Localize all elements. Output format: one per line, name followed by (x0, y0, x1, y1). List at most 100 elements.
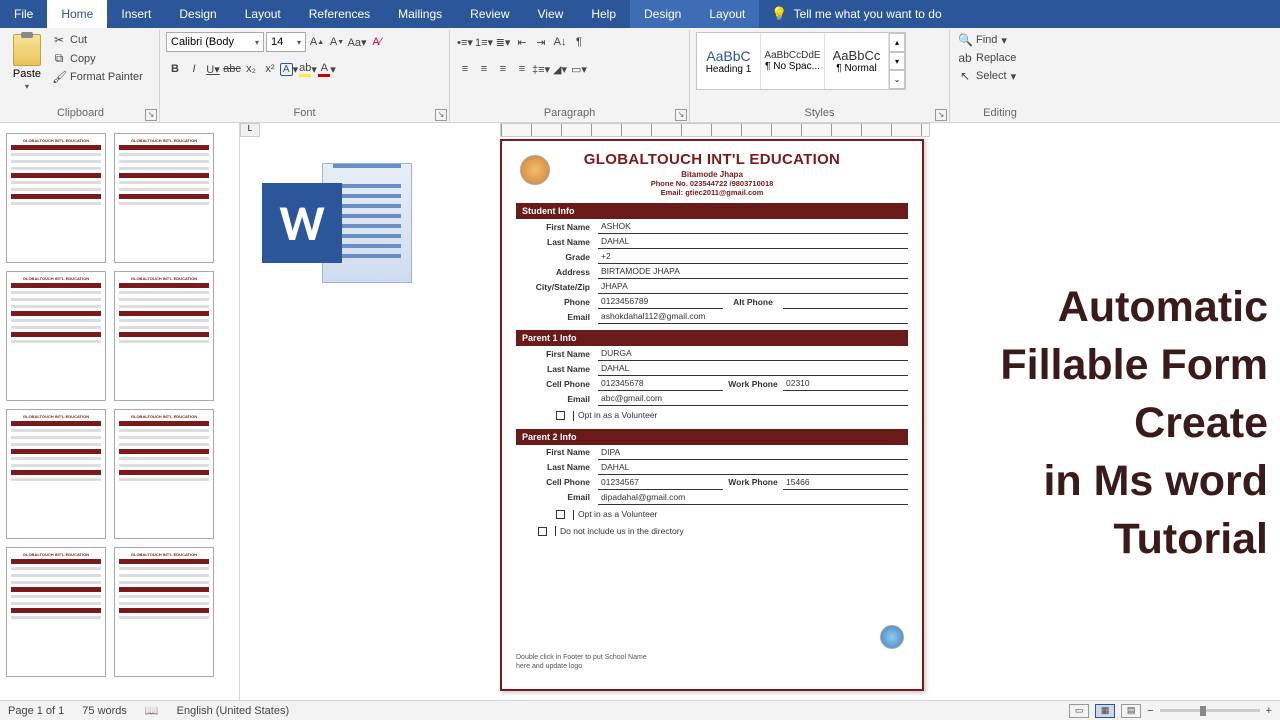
numbering-button[interactable]: 1≡▾ (475, 32, 493, 52)
parent2-last[interactable]: DAHAL (598, 459, 908, 474)
italic-button[interactable]: I (185, 59, 203, 79)
student-first[interactable]: ASHOK (598, 219, 908, 234)
sort-button[interactable]: A↓ (551, 32, 569, 52)
select-button[interactable]: ↖Select ▾ (956, 68, 1018, 84)
navigation-pane[interactable]: GLOBALTOUCH INT'L EDUCATION GLOBALTOUCH … (0, 123, 240, 700)
borders-button[interactable]: ▭▾ (570, 59, 588, 79)
parent2-email[interactable]: dipadahal@gmail.com (598, 489, 908, 504)
bold-button[interactable]: B (166, 59, 184, 79)
status-language[interactable]: English (United States) (177, 705, 290, 717)
spellcheck-icon[interactable]: 📖 (145, 704, 159, 717)
grow-font-button[interactable]: A▲ (308, 32, 326, 52)
checkbox-icon[interactable] (556, 510, 565, 519)
view-print-button[interactable]: ▦ (1095, 704, 1115, 718)
replace-button[interactable]: abReplace (956, 50, 1018, 66)
zoom-out-button[interactable]: − (1147, 705, 1153, 717)
document-page[interactable]: GLOBALTOUCH INT'L EDUCATION Bitamode Jha… (500, 139, 924, 691)
find-button[interactable]: 🔍Find ▾ (956, 32, 1018, 48)
format-painter-button[interactable]: 🖌Format Painter (50, 69, 145, 85)
align-left-button[interactable]: ≡ (456, 59, 474, 79)
tab-review[interactable]: Review (456, 0, 523, 28)
font-color-button[interactable]: A▾ (318, 59, 336, 79)
highlight-button[interactable]: ab▾ (299, 59, 317, 79)
page-thumbnail[interactable]: GLOBALTOUCH INT'L EDUCATION (114, 409, 214, 539)
parent1-first[interactable]: DURGA (598, 346, 908, 361)
tab-layout[interactable]: Layout (231, 0, 295, 28)
page-thumbnail[interactable]: GLOBALTOUCH INT'L EDUCATION (6, 547, 106, 677)
paragraph-dialog-launcher[interactable]: ↘ (675, 109, 687, 121)
tab-design[interactable]: Design (165, 0, 230, 28)
styles-more[interactable]: ▴▾⌄ (889, 33, 905, 89)
checkbox-icon[interactable] (538, 527, 547, 536)
styles-dialog-launcher[interactable]: ↘ (935, 109, 947, 121)
parent2-work[interactable]: 15466 (783, 474, 908, 489)
change-case-button[interactable]: Aa▾ (348, 32, 366, 52)
bullets-button[interactable]: •≡▾ (456, 32, 474, 52)
page-thumbnail[interactable]: GLOBALTOUCH INT'L EDUCATION (114, 547, 214, 677)
text-effects-button[interactable]: A▾ (280, 59, 298, 79)
tab-file[interactable]: File (0, 0, 47, 28)
parent1-last[interactable]: DAHAL (598, 361, 908, 376)
parent2-first[interactable]: DIPA (598, 445, 908, 460)
styles-gallery[interactable]: AaBbCHeading 1 AaBbCcDdE¶ No Spac... AaB… (696, 32, 906, 90)
clear-format-button[interactable]: A⁄ (368, 32, 386, 52)
style-normal[interactable]: AaBbCc¶ Normal (825, 33, 889, 89)
status-words[interactable]: 75 words (82, 705, 127, 717)
tell-me-search[interactable]: 💡 Tell me what you want to do (759, 0, 953, 28)
copy-button[interactable]: ⧉Copy (50, 50, 145, 67)
view-read-button[interactable]: ▭ (1069, 704, 1089, 718)
page-thumbnail[interactable]: GLOBALTOUCH INT'L EDUCATION (6, 409, 106, 539)
shrink-font-button[interactable]: A▼ (328, 32, 346, 52)
line-spacing-button[interactable]: ‡≡▾ (532, 59, 550, 79)
parent2-cell[interactable]: 01234567 (598, 474, 723, 489)
horizontal-ruler[interactable] (500, 123, 930, 137)
font-dialog-launcher[interactable]: ↘ (435, 109, 447, 121)
page-thumbnail[interactable]: GLOBALTOUCH INT'L EDUCATION (114, 271, 214, 401)
student-address[interactable]: BIRTAMODE JHAPA (598, 264, 908, 279)
subscript-button[interactable]: x₂ (242, 59, 260, 79)
zoom-slider[interactable] (1160, 709, 1260, 712)
style-nospacing[interactable]: AaBbCcDdE¶ No Spac... (761, 33, 825, 89)
strike-button[interactable]: abc (223, 59, 241, 79)
align-center-button[interactable]: ≡ (475, 59, 493, 79)
student-csz[interactable]: JHAPA (598, 279, 908, 294)
parent1-work[interactable]: 02310 (783, 376, 908, 391)
multilevel-button[interactable]: ≣▾ (494, 32, 512, 52)
style-heading1[interactable]: AaBbCHeading 1 (697, 33, 761, 89)
view-web-button[interactable]: ▤ (1121, 704, 1141, 718)
tab-view[interactable]: View (524, 0, 578, 28)
zoom-in-button[interactable]: + (1266, 705, 1272, 717)
parent1-email[interactable]: abc@gmail.com (598, 391, 908, 406)
page-thumbnail[interactable]: GLOBALTOUCH INT'L EDUCATION (6, 271, 106, 401)
justify-button[interactable]: ≡ (513, 59, 531, 79)
underline-button[interactable]: U▾ (204, 59, 222, 79)
align-right-button[interactable]: ≡ (494, 59, 512, 79)
decrease-indent-button[interactable]: ⇤ (513, 32, 531, 52)
parent1-cell[interactable]: 012345678 (598, 376, 723, 391)
cut-button[interactable]: ✂Cut (50, 32, 145, 48)
student-altphone[interactable] (783, 294, 908, 309)
superscript-button[interactable]: x² (261, 59, 279, 79)
tab-insert[interactable]: Insert (107, 0, 165, 28)
font-name-select[interactable]: Calibri (Body▾ (166, 32, 264, 52)
font-size-select[interactable]: 14▾ (266, 32, 306, 52)
show-marks-button[interactable]: ¶ (570, 32, 588, 52)
paste-button[interactable]: Paste ▾ (8, 32, 46, 91)
increase-indent-button[interactable]: ⇥ (532, 32, 550, 52)
tab-home[interactable]: Home (47, 0, 107, 28)
clipboard-dialog-launcher[interactable]: ↘ (145, 109, 157, 121)
page-thumbnail[interactable]: GLOBALTOUCH INT'L EDUCATION (6, 133, 106, 263)
tab-table-design[interactable]: Design (630, 0, 695, 28)
shading-button[interactable]: ◢▾ (551, 59, 569, 79)
document-canvas[interactable]: L W GLOBALTOUCH INT'L EDUCATION Bitamode… (240, 123, 1280, 700)
tab-help[interactable]: Help (577, 0, 630, 28)
student-last[interactable]: DAHAL (598, 234, 908, 249)
student-grade[interactable]: +2 (598, 249, 908, 264)
student-email[interactable]: ashokdahal112@gmail.com (598, 309, 908, 324)
page-thumbnail[interactable]: GLOBALTOUCH INT'L EDUCATION (114, 133, 214, 263)
tab-mailings[interactable]: Mailings (384, 0, 456, 28)
checkbox-icon[interactable] (556, 411, 565, 420)
tab-references[interactable]: References (295, 0, 384, 28)
status-page[interactable]: Page 1 of 1 (8, 705, 64, 717)
student-phone[interactable]: 0123456789 (598, 294, 723, 309)
